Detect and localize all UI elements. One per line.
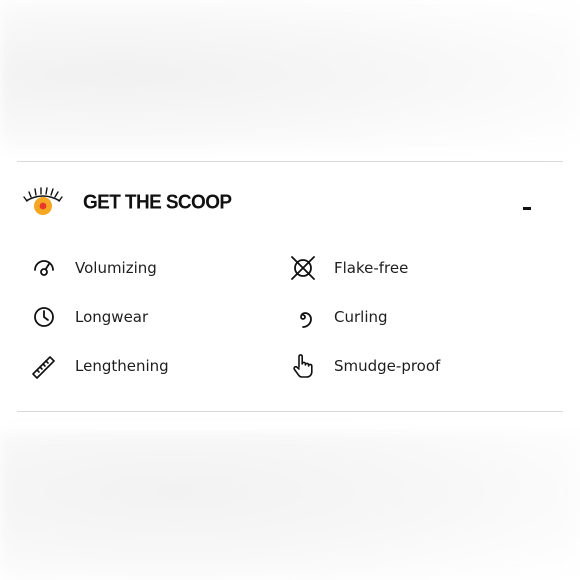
feature-label: Flake-free [334, 259, 409, 277]
feature-item-smudge-proof: Smudge-proof [290, 351, 530, 381]
feature-label: Volumizing [75, 259, 157, 277]
feature-item-flake-free: Flake-free [290, 253, 530, 283]
blurred-background-bottom [0, 432, 580, 580]
crossed-circle-icon [290, 255, 316, 281]
spiral-icon [290, 304, 316, 330]
clock-icon [31, 304, 57, 330]
section-title: GET THE SCOOP [83, 191, 232, 214]
minus-icon [523, 207, 531, 210]
feature-label: Smudge-proof [334, 357, 441, 375]
pointing-hand-icon [290, 353, 316, 379]
feature-label: Lengthening [75, 357, 169, 375]
feature-item-curling: Curling [290, 302, 530, 332]
feature-label: Longwear [75, 308, 149, 326]
ruler-icon [31, 353, 57, 379]
feature-item-longwear: Longwear [31, 302, 271, 332]
panel-header[interactable]: GET THE SCOOP - [17, 162, 563, 244]
feature-label: Curling [334, 308, 388, 326]
get-the-scoop-panel: GET THE SCOOP - Volumizing Flake-free [17, 161, 563, 412]
collapse-button[interactable]: - [513, 190, 541, 218]
blurred-background-top [0, 0, 580, 150]
feature-item-volumizing: Volumizing [31, 253, 271, 283]
eye-icon [23, 187, 63, 217]
feature-item-lengthening: Lengthening [31, 351, 271, 381]
gauge-icon [31, 255, 57, 281]
